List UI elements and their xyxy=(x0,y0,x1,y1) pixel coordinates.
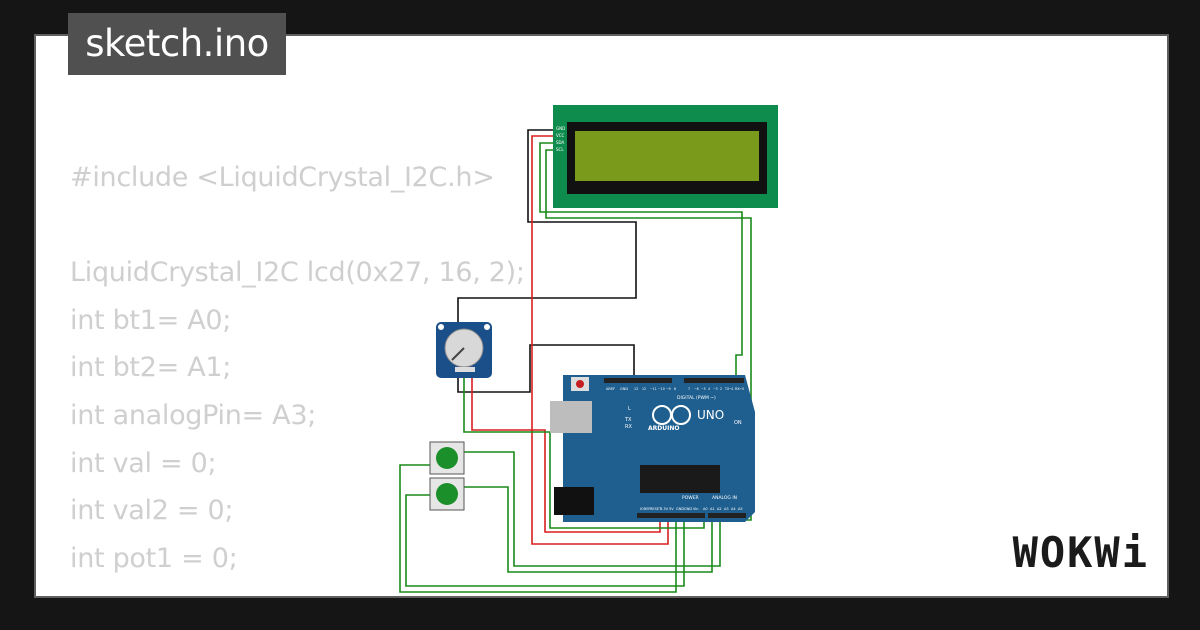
digital-pin-label: ~3 xyxy=(713,387,718,391)
tx-led-label: TX xyxy=(624,417,632,423)
lcd-pin-sda: SDA xyxy=(556,140,565,145)
analog-pin-label: A0 xyxy=(703,507,708,511)
rx-led-label: RX xyxy=(625,424,632,430)
power-jack xyxy=(554,487,594,515)
reset-button xyxy=(576,380,584,388)
arduino-uno-board[interactable]: UNO ARDUINO DIGITAL (PWM ~) POWER ANALOG… xyxy=(550,375,755,522)
power-pin-label: 5V xyxy=(669,507,674,511)
lcd-pin-vcc: VCC xyxy=(556,133,565,138)
analog-pin-label: A1 xyxy=(710,507,715,511)
digital-pin-label: 12 xyxy=(642,387,646,391)
power-pin-label: 3.3V xyxy=(660,507,669,511)
analog-header-label: ANALOG IN xyxy=(712,495,737,501)
microcontroller-chip xyxy=(640,465,720,493)
gnd-pin-label: GND xyxy=(620,387,628,391)
analog-pin-label: A2 xyxy=(717,507,722,511)
push-button-2[interactable] xyxy=(429,477,465,511)
wokwi-logo: WOKWi xyxy=(1012,528,1149,577)
digital-pin-label: 2 xyxy=(720,387,722,391)
digital-pin-label: 13 xyxy=(634,387,638,391)
power-pin-label: Vin xyxy=(693,507,699,511)
lcd-display[interactable]: GND VCC SDA SCL xyxy=(553,105,778,208)
analog-pin-label: A5 xyxy=(738,507,743,511)
digital-pin-label: RX←0 xyxy=(735,387,744,391)
l-led-label: L xyxy=(628,406,631,412)
aref-pin-label: AREF xyxy=(606,387,615,391)
lcd-pin-gnd: GND xyxy=(556,126,565,131)
digital-pin-label: ~11 xyxy=(650,387,657,391)
digital-pin-label: 4 xyxy=(708,387,710,391)
digital-pin-label: 7 xyxy=(688,387,690,391)
digital-pin-label: TX→1 xyxy=(724,387,734,391)
digital-pin-label: ~5 xyxy=(701,387,706,391)
analog-pin-label: A4 xyxy=(731,507,736,511)
board-brand-label: ARDUINO xyxy=(648,425,679,432)
digital-pin-label: ~10 xyxy=(658,387,665,391)
digital-pin-label: 8 xyxy=(674,387,676,391)
potentiometer[interactable] xyxy=(436,322,492,378)
push-button-1[interactable] xyxy=(429,441,465,475)
digital-header-label: DIGITAL (PWM ~) xyxy=(677,395,716,401)
lcd-pin-scl: SCL xyxy=(556,147,564,152)
board-model-label: UNO xyxy=(697,408,724,422)
power-header-label: POWER xyxy=(682,495,699,501)
power-pin-label: IOREF xyxy=(640,507,650,511)
digital-pin-label: ~9 xyxy=(666,387,671,391)
digital-pin-label: ~6 xyxy=(694,387,699,391)
on-led-label: ON xyxy=(734,420,742,426)
power-pin-label: GND xyxy=(684,507,692,511)
analog-pin-label: A3 xyxy=(724,507,729,511)
usb-port xyxy=(550,401,592,433)
